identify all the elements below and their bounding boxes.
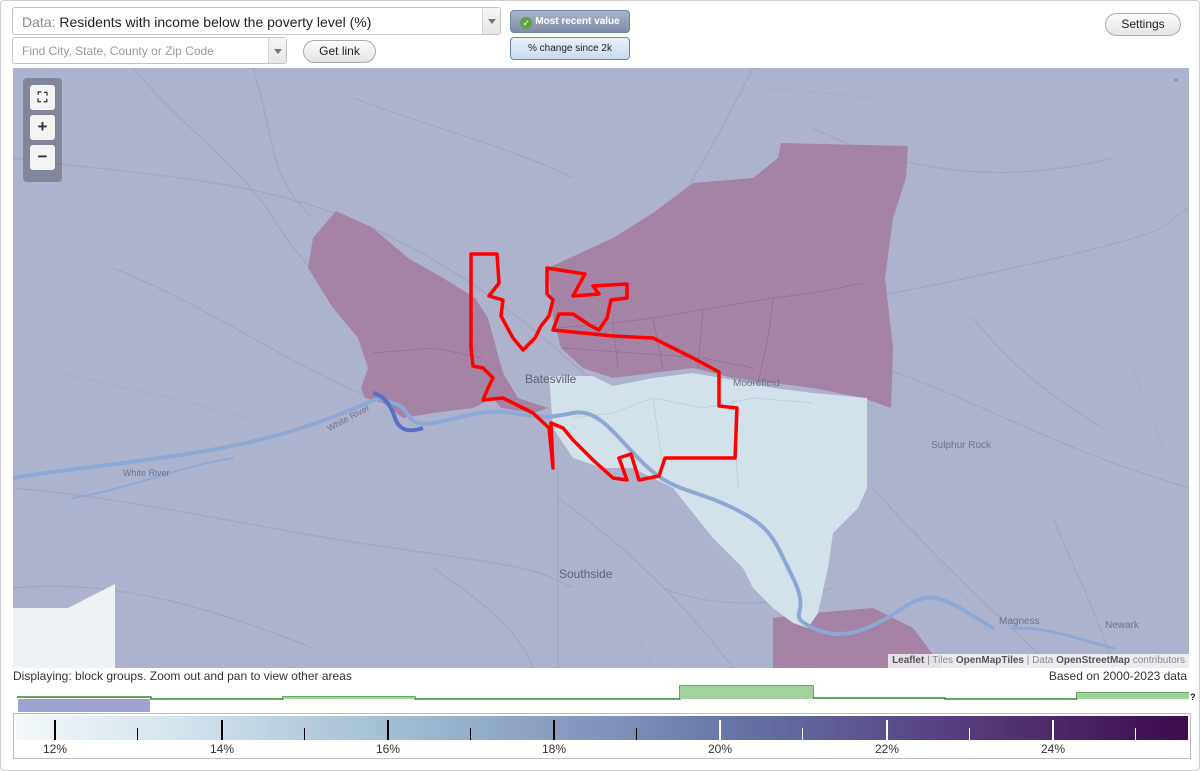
legend-tick [54, 720, 56, 740]
contributors-label: contributors [1132, 655, 1185, 666]
openmaptiles-link[interactable]: OpenMapTiles [956, 655, 1024, 666]
marker-dot [1174, 78, 1178, 82]
region-low-poverty [549, 373, 867, 628]
river-label: White River [123, 468, 170, 478]
legend-tick [387, 720, 389, 740]
zoom-control: ⛶ + − [23, 78, 62, 182]
openstreetmap-link[interactable]: OpenStreetMap [1056, 655, 1130, 666]
legend-label: 24% [1040, 742, 1066, 756]
legend-tick [886, 720, 888, 740]
place-magness: Magness [999, 616, 1040, 627]
data-select-text: Data: Residents with income below the po… [22, 14, 371, 30]
legend-tick [719, 720, 721, 740]
legend-label: 20% [707, 742, 733, 756]
hist-bin [283, 697, 415, 699]
tiles-label: Tiles [932, 655, 954, 666]
data-prefix: Data: [22, 14, 56, 30]
chevron-down-icon[interactable] [482, 8, 500, 34]
zoom-out-button[interactable]: − [30, 145, 55, 170]
lake-area [13, 584, 115, 668]
legend-minor-tick [137, 728, 138, 740]
map-attribution: Leaflet | Tiles OpenMapTiles | Data Open… [888, 654, 1189, 668]
legend-label: 16% [375, 742, 401, 756]
display-status: Displaying: block groups. Zoom out and p… [13, 669, 352, 683]
region-west [308, 211, 548, 418]
region-northeast [548, 143, 908, 408]
legend-label: 12% [42, 742, 68, 756]
place-moorefield: Moorefield [733, 378, 780, 389]
data-years: Based on 2000-2023 data [1048, 669, 1187, 683]
legend-gradient [16, 716, 1188, 740]
legend-tick [1052, 720, 1054, 740]
place-southside: Southside [559, 567, 613, 581]
legend-minor-tick [1135, 728, 1136, 740]
legend-tick [221, 720, 223, 740]
data-select[interactable]: Data: Residents with income below the po… [12, 7, 501, 35]
data-value: Residents with income below the poverty … [59, 14, 372, 30]
hist-bin [1077, 693, 1189, 699]
legend-label: 18% [541, 742, 567, 756]
settings-button[interactable]: Settings [1105, 13, 1181, 36]
most-recent-label: Most recent value [535, 16, 620, 27]
data-label: Data [1032, 655, 1054, 666]
hist-bin [680, 686, 813, 699]
hist-outline [17, 685, 1189, 700]
legend-minor-tick [802, 728, 803, 740]
search-input[interactable] [13, 38, 269, 63]
legend-label: 22% [874, 742, 900, 756]
legend-minor-tick [969, 728, 970, 740]
zoom-in-button[interactable]: + [30, 115, 55, 140]
legend-minor-tick [304, 728, 305, 740]
map-view[interactable]: Batesville Moorefield Sulphur Rock South… [13, 68, 1189, 668]
fullscreen-icon[interactable]: ⛶ [30, 85, 55, 110]
chevron-down-icon[interactable] [268, 38, 286, 63]
percent-change-toggle[interactable]: % change since 2k [510, 37, 630, 60]
minor-roads [42, 87, 1189, 668]
legend-label: 14% [209, 742, 235, 756]
help-icon[interactable]: ? [1190, 692, 1196, 702]
legend-minor-tick [470, 728, 471, 740]
legend-minor-tick [636, 728, 637, 740]
color-legend: 12% 14% 16% 18% 20% 22% 24% [13, 713, 1191, 759]
check-icon: ✓ [520, 17, 533, 29]
place-batesville: Batesville [525, 372, 577, 386]
most-recent-value-toggle[interactable]: ✓ Most recent value [510, 10, 630, 33]
hist-selected-bin [18, 699, 150, 712]
app-frame: Data: Residents with income below the po… [0, 0, 1200, 771]
get-link-button[interactable]: Get link [303, 40, 376, 63]
distribution-histogram [17, 685, 1189, 712]
leaflet-link[interactable]: Leaflet [892, 655, 924, 666]
legend-tick [553, 720, 555, 740]
place-newark: Newark [1105, 620, 1139, 631]
place-sulphur-rock: Sulphur Rock [931, 440, 992, 451]
location-search[interactable] [12, 37, 287, 64]
